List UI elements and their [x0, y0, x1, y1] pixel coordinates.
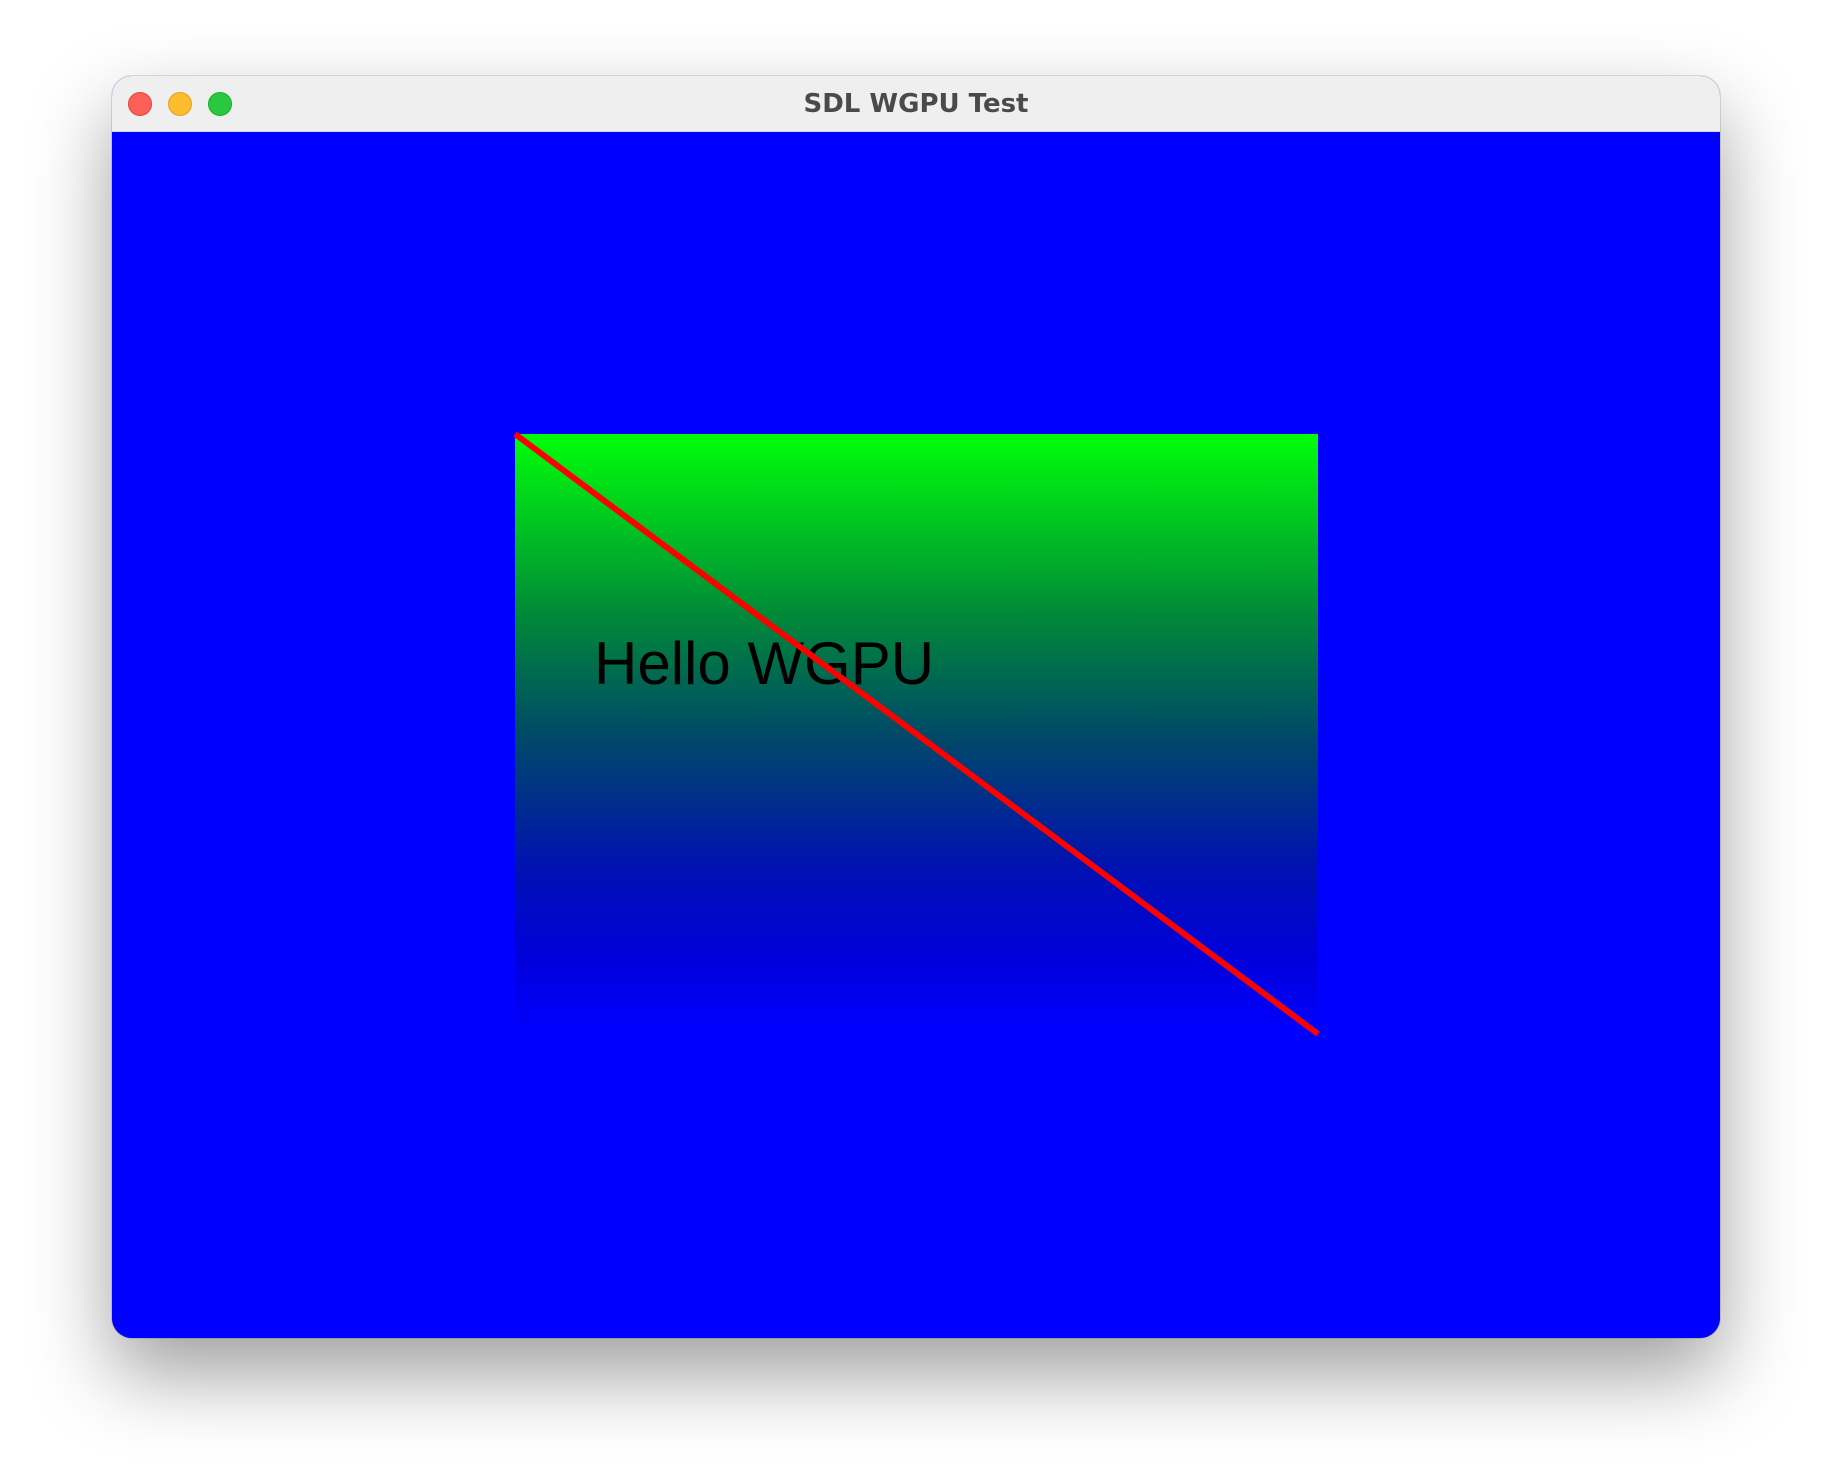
title-bar[interactable]: SDL WGPU Test — [112, 76, 1720, 132]
render-canvas[interactable]: Hello WGPU — [112, 132, 1720, 1338]
app-window: SDL WGPU Test Hello WGPU — [112, 76, 1720, 1338]
hello-wgpu-text: Hello WGPU — [594, 630, 934, 697]
render-surface: Hello WGPU — [513, 431, 1320, 1037]
window-title: SDL WGPU Test — [803, 89, 1029, 119]
